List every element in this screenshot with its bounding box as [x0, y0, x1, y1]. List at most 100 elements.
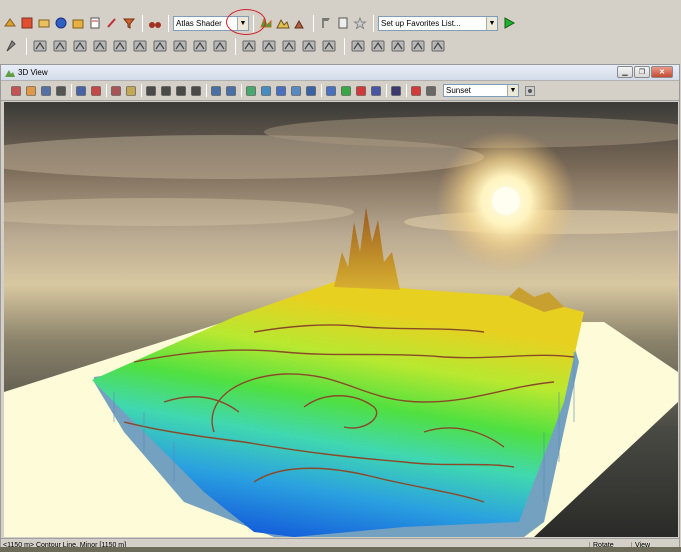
toolbar-separator	[168, 14, 169, 32]
layer-icon[interactable]	[36, 16, 51, 31]
wand-icon[interactable]	[369, 37, 387, 55]
chevron-down-icon[interactable]: ▼	[507, 85, 518, 96]
record-icon[interactable]	[324, 84, 337, 97]
move-icon[interactable]	[24, 84, 37, 97]
cut-icon[interactable]	[349, 37, 367, 55]
move-feature-icon[interactable]	[51, 37, 69, 55]
save-view-icon[interactable]	[39, 84, 52, 97]
terrain-render	[4, 102, 678, 537]
flag-icon[interactable]	[318, 16, 333, 31]
area-icon[interactable]	[91, 37, 109, 55]
edit-vertex-icon[interactable]	[31, 37, 49, 55]
terrain-edit-icon[interactable]	[292, 16, 307, 31]
stop-icon[interactable]	[354, 84, 367, 97]
toolbar-separator	[142, 14, 143, 32]
chart-icon[interactable]	[244, 84, 257, 97]
open-icon[interactable]	[2, 16, 17, 31]
walk-icon[interactable]	[54, 84, 67, 97]
toolbar-separator	[241, 84, 242, 97]
undo-icon[interactable]	[429, 37, 447, 55]
ruler-icon[interactable]	[124, 84, 137, 97]
toolbar-separator	[141, 84, 142, 97]
3d-view-toolbar: Sunset ▼	[1, 81, 679, 101]
funnel-icon[interactable]	[121, 16, 136, 31]
highlight-circle	[226, 9, 266, 35]
globe-icon[interactable]	[53, 16, 68, 31]
digitizer-toolbar	[0, 35, 449, 57]
window-controls: ▁ ❐ ✕	[616, 66, 673, 78]
terrain-3d-icon[interactable]	[275, 16, 290, 31]
snap-icon[interactable]	[409, 37, 427, 55]
copy-view-icon[interactable]	[74, 84, 87, 97]
restore-button[interactable]: ❐	[634, 66, 650, 78]
favorites-select[interactable]: Set up Favorites List... ▼	[378, 15, 498, 31]
toolbar-separator	[313, 14, 314, 32]
pan-icon[interactable]	[9, 84, 22, 97]
sky-select-value: Sunset	[446, 86, 471, 95]
toolbar-separator	[71, 84, 72, 97]
toolbar-separator	[321, 84, 322, 97]
star-icon[interactable]	[352, 16, 367, 31]
play-icon[interactable]	[501, 16, 516, 31]
save-icon[interactable]	[389, 84, 402, 97]
rotate-icon[interactable]	[240, 37, 258, 55]
smooth-icon[interactable]	[211, 37, 229, 55]
layers-icon[interactable]	[259, 84, 272, 97]
toolbar-separator	[373, 14, 374, 32]
paint-icon[interactable]	[300, 37, 318, 55]
chevron-down-icon[interactable]: ▼	[486, 16, 497, 30]
export-icon[interactable]	[304, 84, 317, 97]
play-icon[interactable]	[339, 84, 352, 97]
arrow-down-icon[interactable]	[189, 84, 202, 97]
buffer-icon[interactable]	[191, 37, 209, 55]
zoom-out-icon[interactable]	[224, 84, 237, 97]
app-window: Atlas Shader ▼ Set up Favorites List... …	[0, 0, 681, 552]
toolbar-separator	[406, 84, 407, 97]
terrain-icon[interactable]	[289, 84, 302, 97]
toolbar-separator	[106, 84, 107, 97]
toolbar-separator	[344, 37, 345, 55]
crosshair-icon[interactable]	[424, 84, 437, 97]
add-point-icon[interactable]	[71, 37, 89, 55]
page-icon[interactable]	[335, 16, 350, 31]
arrow-right-icon[interactable]	[159, 84, 172, 97]
marker-icon[interactable]	[409, 84, 422, 97]
zoom-in-icon[interactable]	[209, 84, 222, 97]
delete-icon[interactable]	[131, 37, 149, 55]
binoculars-icon[interactable]	[147, 16, 162, 31]
scale-icon[interactable]	[260, 37, 278, 55]
3d-view-title: 3D View	[18, 68, 48, 77]
toolbar-separator	[235, 37, 236, 55]
3d-view-window: 3D View ▁ ❐ ✕ Sunset ▼ <1150 m> Contour …	[0, 64, 680, 552]
grid-icon[interactable]	[274, 84, 287, 97]
sky-select[interactable]: Sunset ▼	[443, 84, 519, 97]
arrow-left-icon[interactable]	[144, 84, 157, 97]
draw-icon[interactable]	[109, 84, 122, 97]
camera-icon[interactable]	[369, 84, 382, 97]
toolbar-separator	[386, 84, 387, 97]
toolbar-separator	[206, 84, 207, 97]
copy-icon[interactable]	[280, 37, 298, 55]
line-icon[interactable]	[111, 37, 129, 55]
favorites-select-value: Set up Favorites List...	[381, 18, 461, 28]
color-icon[interactable]	[19, 16, 34, 31]
home-icon[interactable]	[89, 84, 102, 97]
3d-view-icon	[5, 69, 15, 77]
join-icon[interactable]	[151, 37, 169, 55]
shader-select-value: Atlas Shader	[176, 18, 222, 28]
trace-icon[interactable]	[389, 37, 407, 55]
close-button[interactable]: ✕	[651, 66, 673, 78]
arrow-up-icon[interactable]	[174, 84, 187, 97]
minimize-button[interactable]: ▁	[617, 66, 633, 78]
eraser-icon[interactable]	[320, 37, 338, 55]
doc-icon[interactable]	[87, 16, 102, 31]
settings-icon[interactable]	[523, 84, 536, 97]
split-icon[interactable]	[171, 37, 189, 55]
toolbar-separator	[26, 37, 27, 55]
digitize-icon[interactable]	[2, 37, 20, 55]
3d-terrain-view[interactable]	[4, 102, 678, 537]
desktop-strip	[0, 547, 681, 552]
pen-icon[interactable]	[104, 16, 119, 31]
3d-view-titlebar[interactable]: 3D View ▁ ❐ ✕	[1, 65, 679, 81]
folder-icon[interactable]	[70, 16, 85, 31]
